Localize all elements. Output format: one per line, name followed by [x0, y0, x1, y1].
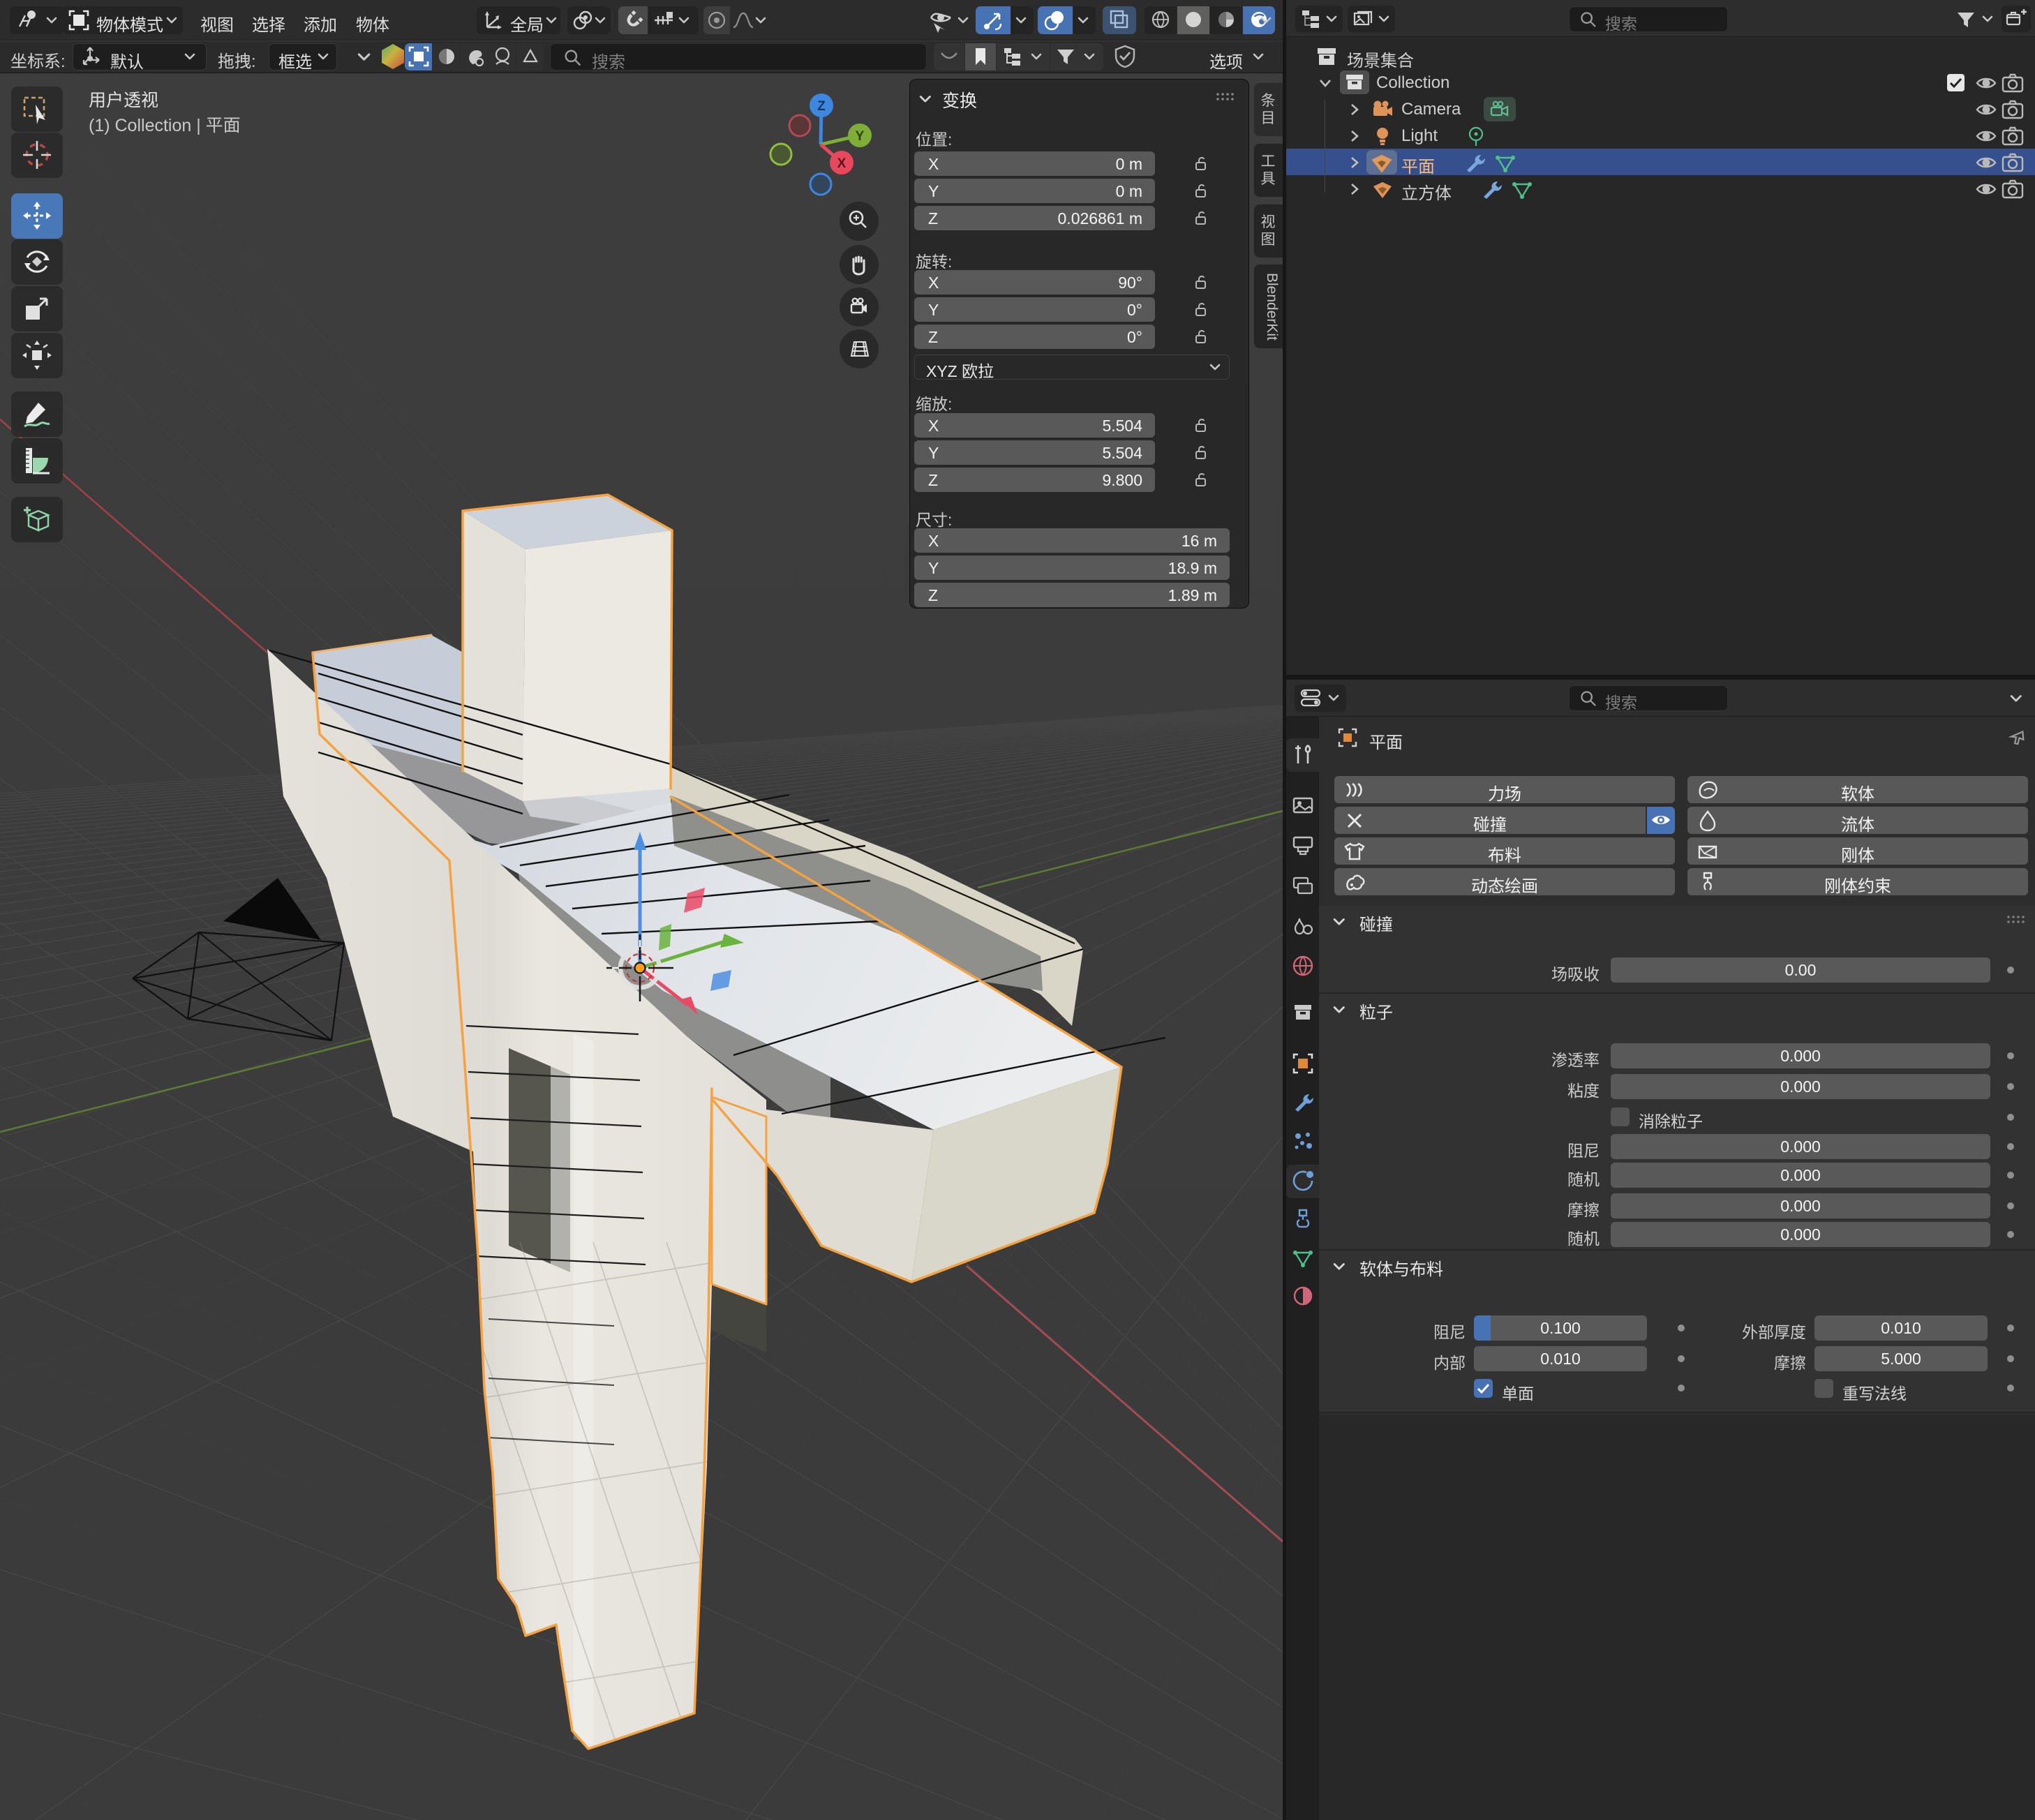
svg-text:Y: Y	[856, 129, 865, 144]
svg-text:Z: Z	[817, 99, 826, 114]
svg-text:X: X	[837, 156, 847, 171]
